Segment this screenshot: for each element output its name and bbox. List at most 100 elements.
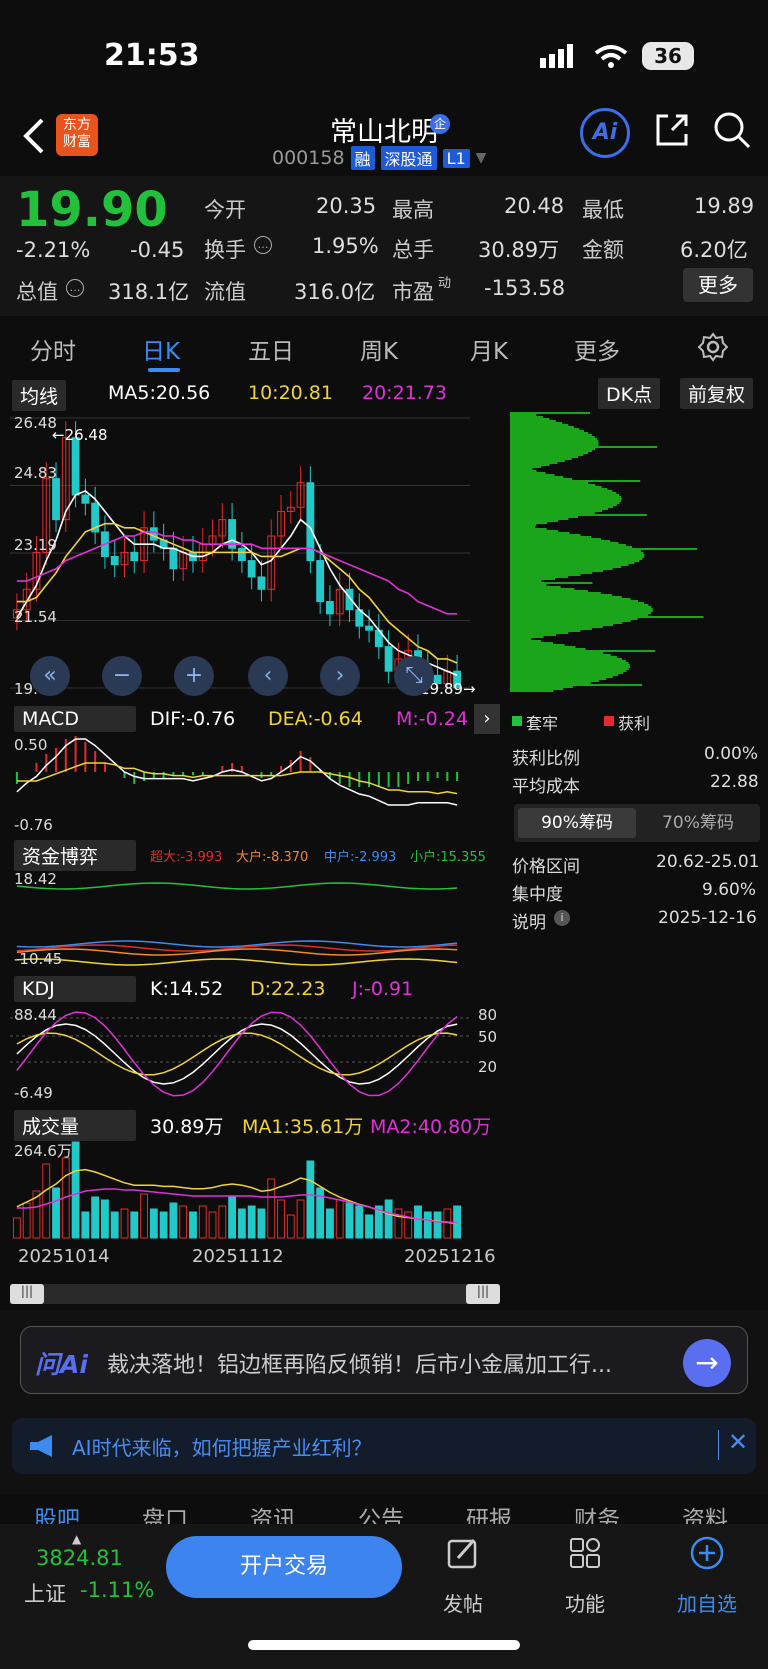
settings-icon[interactable] [698,332,728,362]
tab-timeshare[interactable]: 分时 [30,332,76,366]
y-label-2: 24.83 [14,464,57,482]
range-handle-right[interactable]: ||| [466,1284,500,1304]
chip-bar [510,438,597,440]
chip-bar [510,484,596,486]
functions-icon[interactable] [568,1536,602,1570]
wifi-icon [594,45,628,68]
chip-bar [510,530,559,532]
fund-chart: 18.42 -10.45 [10,868,500,970]
zoom-out-icon[interactable]: − [102,656,142,696]
chip-bar [510,448,596,450]
ma-legend: 均线 MA5:20.56 10:20.81 20:21.73 DK点 前复权 [0,378,768,411]
tab-orderbook[interactable]: 盘口 [142,1500,188,1524]
dropdown-icon[interactable]: ▼ [476,150,487,166]
chip-bar [510,532,570,534]
close-icon[interactable]: ✕ [728,1428,748,1456]
chip-bar [510,576,569,578]
chip-bar [510,610,653,612]
chip-bar [510,540,611,542]
tab-announcements[interactable]: 公告 [358,1500,404,1524]
volume-bar [91,1196,100,1239]
share-icon[interactable] [654,112,690,148]
chip-bar [510,648,586,650]
edit-post-icon[interactable] [446,1536,480,1570]
tab-chip-90[interactable]: 90%筹码 [518,808,636,838]
more-button[interactable]: 更多 [683,268,753,302]
chip-bar [510,620,631,622]
dk-point-button[interactable]: DK点 [598,378,661,409]
range-handle-left[interactable]: ||| [10,1284,44,1304]
ai-question-bar[interactable]: 问Ai 裁决落地！铝边框再陷反倾销！后市小金属加工行... → [20,1326,748,1394]
chip-bar [510,624,613,626]
chip-bar [510,496,621,498]
expand-icon[interactable]: › [474,704,500,734]
chip-bar [510,426,574,428]
chip-bar [510,566,622,568]
arrow-right-icon[interactable]: → [683,1339,731,1387]
vol-selector[interactable]: 成交量 [14,1110,136,1141]
volume-bar [257,1208,266,1239]
max-marker: ←26.48 [52,426,108,444]
chip-row-label: 说明 [512,913,546,933]
range-scrollbar[interactable]: ||| ||| [10,1284,500,1304]
macd-dea: DEA:-0.64 [268,708,363,730]
next-icon[interactable]: › [320,656,360,696]
tab-weekly[interactable]: 周K [360,332,398,366]
tab-finance[interactable]: 财务 [574,1500,620,1524]
tab-daily[interactable]: 日K [142,332,180,366]
chip-bar [510,520,559,522]
tab-more[interactable]: 更多 [574,332,620,366]
date-mid: 20251112 [192,1246,284,1267]
chip-bar [510,450,593,452]
chip-bar [510,436,595,438]
chip-bar [510,604,649,606]
chip-bar [510,608,653,610]
notice-banner[interactable]: AI时代来临，如何把握产业红利？ ✕ [12,1418,756,1474]
volume-bar [81,1211,90,1239]
high-label: 最高 [392,198,434,222]
ai-button[interactable]: Ai [580,108,630,158]
tab-profile[interactable]: 资料 [682,1500,728,1524]
candle-body [237,547,246,562]
chip-bar [510,446,658,448]
chip-bar [510,546,633,548]
pe-value: -153.58 [484,276,566,300]
rewind-icon[interactable]: « [30,656,70,696]
prev-icon[interactable]: ‹ [248,656,288,696]
tab-chip-70[interactable]: 70%筹码 [640,808,756,838]
info-icon[interactable]: … [66,279,84,297]
add-watchlist-label[interactable]: 加自选 [672,1588,742,1617]
fund-selector[interactable]: 资金博弈 [14,840,136,871]
search-icon[interactable] [712,110,752,150]
function-label[interactable]: 功能 [550,1588,620,1617]
chip-bar [510,568,613,570]
tab-news[interactable]: 资讯 [250,1500,296,1524]
kline-chart[interactable]: 26.48 24.83 23.19 21.54 19.89 ←26.48 19.… [10,412,500,702]
index-value[interactable]: 3824.81 [36,1546,123,1570]
chip-bar [510,430,585,432]
open-trade-button[interactable]: 开户交易 [166,1536,402,1598]
tab-research[interactable]: 研报 [466,1500,512,1524]
zoom-in-icon[interactable]: + [174,656,214,696]
fullscreen-icon[interactable]: ⤡ [394,656,434,696]
macd-selector[interactable]: MACD [14,706,136,732]
add-watchlist-icon[interactable] [690,1536,724,1570]
tab-monthly[interactable]: 月K [470,332,508,366]
notice-text[interactable]: AI时代来临，如何把握产业红利？ [72,1432,372,1461]
enterprise-badge-icon: 企 [430,114,450,134]
chip-bar [510,486,602,488]
chip-bar [510,482,588,484]
chip-row-label: 获利比例 [512,749,580,769]
fund-mid: 中户:-2.993 [324,850,397,865]
ai-question-text[interactable]: 裁决落地！铝边框再陷反倾销！后市小金属加工行... [107,1347,687,1379]
ma-selector[interactable]: 均线 [12,380,67,411]
adjust-button[interactable]: 前复权 [680,378,754,409]
tab-forum[interactable]: 股吧 [34,1500,80,1524]
post-label[interactable]: 发帖 [428,1588,498,1617]
info-icon[interactable]: … [254,236,272,254]
kdj-selector[interactable]: KDJ [14,976,136,1002]
tab-5day[interactable]: 五日 [248,332,294,366]
volume-bar [218,1205,227,1239]
info-icon[interactable]: i [554,910,570,926]
period-tabs: 分时 日K 五日 周K 月K 更多 [0,318,768,376]
